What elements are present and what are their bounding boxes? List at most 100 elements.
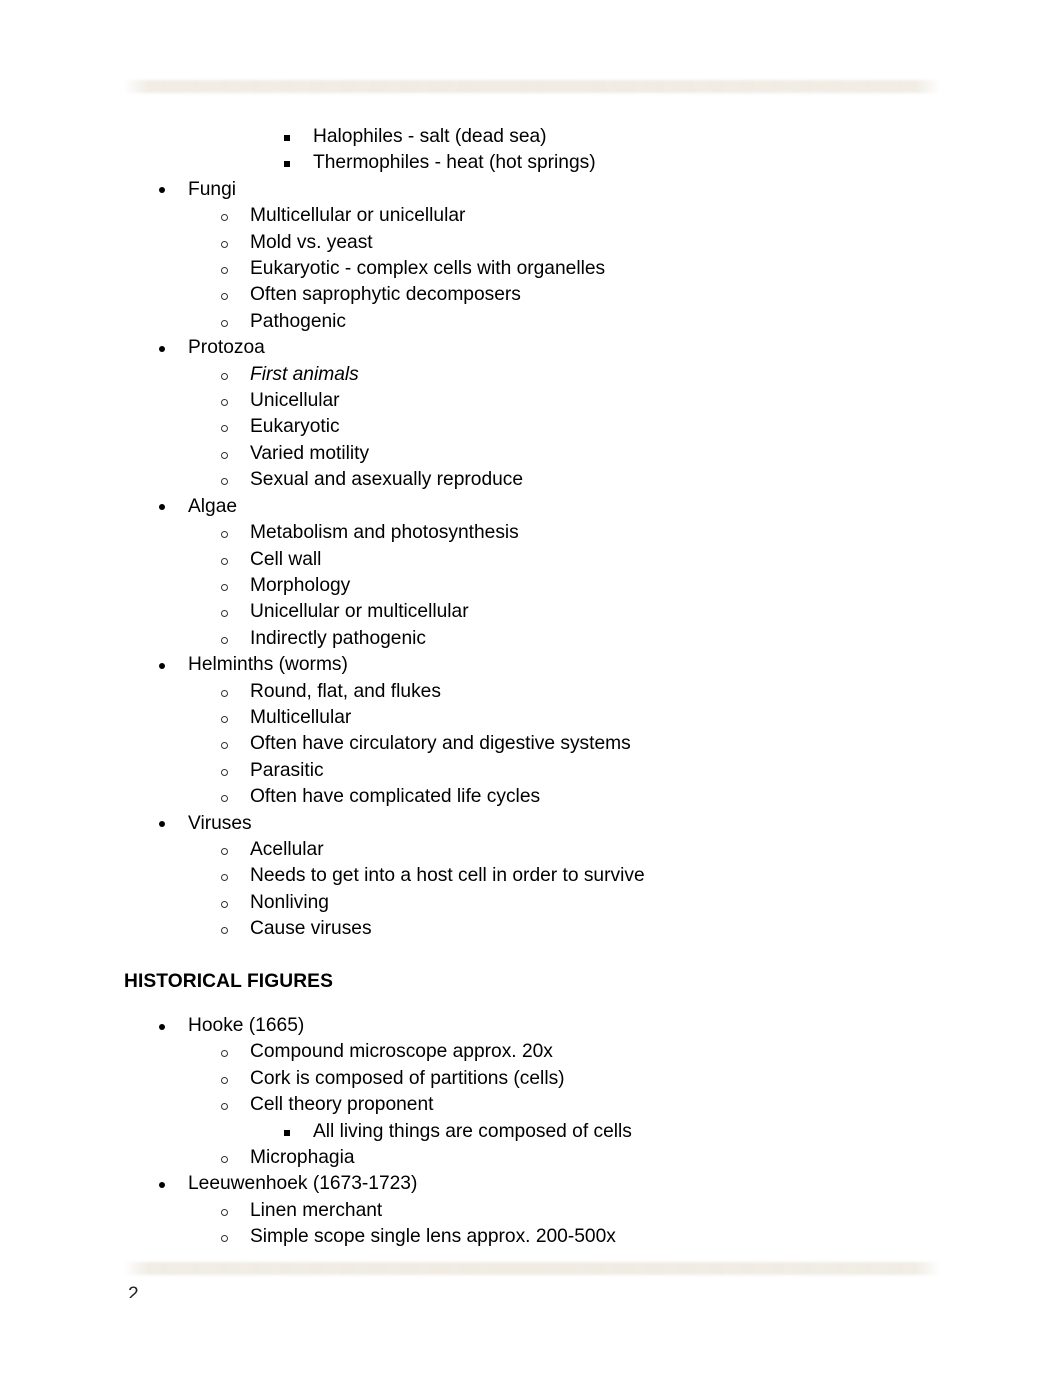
disc-bullet-icon <box>159 1181 165 1188</box>
outline-item-text: Linen merchant <box>250 1199 383 1221</box>
outline-item: Halophiles - salt (dead sea) <box>0 124 1062 150</box>
circle-bullet-icon <box>221 1103 228 1111</box>
circle-bullet-icon <box>221 531 228 539</box>
circle-bullet-icon <box>221 768 228 776</box>
outline-list-organism-groups: Halophiles - salt (dead sea) Thermophiles… <box>0 124 1062 943</box>
outline-item: Mold vs. yeast <box>0 230 1062 256</box>
outline-item: Cell theory proponent <box>0 1092 1062 1118</box>
circle-bullet-icon <box>221 900 228 908</box>
outline-item: Cause viruses <box>0 916 1062 942</box>
outline-item: Cell wall <box>0 547 1062 573</box>
header-decorative-band <box>124 80 940 93</box>
circle-bullet-icon <box>221 689 228 697</box>
circle-bullet-icon <box>221 319 228 327</box>
outline-item: Eukaryotic <box>0 414 1062 440</box>
outline-item: Multicellular or unicellular <box>0 203 1062 229</box>
outline-item: Microphagia <box>0 1145 1062 1171</box>
outline-item-text: Round, flat, and flukes <box>250 680 441 702</box>
outline-item-text: Leeuwenhoek (1673-1723) <box>188 1173 418 1195</box>
circle-bullet-icon <box>221 1156 228 1164</box>
circle-bullet-icon <box>221 1076 228 1084</box>
circle-bullet-icon <box>221 240 228 248</box>
outline-item: Multicellular <box>0 705 1062 731</box>
disc-bullet-icon <box>159 345 165 352</box>
outline-item-text: Compound microscope approx. 20x <box>250 1041 553 1063</box>
outline-item: Morphology <box>0 573 1062 599</box>
outline-item-text: Hooke (1665) <box>188 1015 305 1036</box>
outline-item: Parasitic <box>0 758 1062 784</box>
outline-item: Often have complicated life cycles <box>0 784 1062 810</box>
circle-bullet-icon <box>221 293 228 301</box>
outline-item: Viruses <box>0 811 1062 837</box>
circle-bullet-icon <box>221 1050 228 1058</box>
outline-item: Round, flat, and flukes <box>0 679 1062 705</box>
outline-item-text: Acellular <box>250 838 324 860</box>
outline-item: Unicellular <box>0 388 1062 414</box>
document-body: Halophiles - salt (dead sea) Thermophiles… <box>0 124 1062 1251</box>
outline-item-text: Microphagia <box>250 1147 355 1169</box>
outline-item-text: Multicellular <box>250 706 352 728</box>
outline-item-text: Often have circulatory and digestive sys… <box>250 733 631 755</box>
circle-bullet-icon <box>221 636 228 644</box>
outline-item: Nonliving <box>0 890 1062 916</box>
circle-bullet-icon <box>221 1208 228 1216</box>
outline-item: Fungi <box>0 177 1062 203</box>
outline-item: First animals <box>0 362 1062 388</box>
outline-item-text: Often have complicated life cycles <box>250 786 541 808</box>
outline-item: Helminths (worms) <box>0 652 1062 678</box>
disc-bullet-icon <box>159 1023 165 1030</box>
outline-item-text: Morphology <box>250 574 351 596</box>
disc-bullet-icon <box>159 821 165 828</box>
circle-bullet-icon <box>221 742 228 750</box>
circle-bullet-icon <box>221 927 228 935</box>
outline-item-text: Thermophiles - heat (hot springs) <box>313 152 596 174</box>
outline-item: Varied motility <box>0 441 1062 467</box>
page-number: 2 <box>128 1284 139 1298</box>
outline-item: Thermophiles - heat (hot springs) <box>0 150 1062 176</box>
outline-item: Protozoa <box>0 335 1062 361</box>
outline-item: Pathogenic <box>0 309 1062 335</box>
disc-bullet-icon <box>159 504 165 511</box>
outline-item-text: Algae <box>188 495 238 517</box>
square-bullet-icon <box>284 161 290 168</box>
circle-bullet-icon <box>221 478 228 486</box>
outline-item-text: Sexual and asexually reproduce <box>250 469 524 491</box>
circle-bullet-icon <box>221 610 228 618</box>
outline-item: Algae <box>0 494 1062 520</box>
circle-bullet-icon <box>221 583 228 591</box>
outline-item: Hooke (1665) <box>0 1013 1062 1039</box>
footer-decorative-band <box>124 1262 940 1275</box>
circle-bullet-icon <box>221 557 228 565</box>
outline-item: All living things are composed of cells <box>0 1119 1062 1145</box>
circle-bullet-icon <box>221 451 228 459</box>
outline-item-text: All living things are composed of cells <box>313 1120 632 1142</box>
outline-item-text: Cork is composed of partitions (cells) <box>250 1067 565 1089</box>
circle-bullet-icon <box>221 874 228 882</box>
outline-item: Often saprophytic decomposers <box>0 282 1062 308</box>
circle-bullet-icon <box>221 267 228 275</box>
outline-item-text: Metabolism and photosynthesis <box>250 522 519 544</box>
outline-item-text: Mold vs. yeast <box>250 231 373 253</box>
outline-item-text: Cause viruses <box>250 918 372 940</box>
outline-item-text: Eukaryotic <box>250 416 340 438</box>
outline-item-text: Pathogenic <box>250 310 347 332</box>
circle-bullet-icon <box>221 1235 228 1243</box>
outline-item-text: Unicellular <box>250 390 340 412</box>
outline-item-text: Helminths (worms) <box>188 654 348 676</box>
circle-bullet-icon <box>221 214 228 222</box>
outline-item: Acellular <box>0 837 1062 863</box>
square-bullet-icon <box>284 1129 290 1136</box>
outline-item: Indirectly pathogenic <box>0 626 1062 652</box>
outline-item-text: Often saprophytic decomposers <box>250 284 521 306</box>
outline-item: Leeuwenhoek (1673-1723) <box>0 1171 1062 1197</box>
outline-item: Cork is composed of partitions (cells) <box>0 1066 1062 1092</box>
disc-bullet-icon <box>159 662 165 669</box>
circle-bullet-icon <box>221 425 228 433</box>
outline-item-text: Viruses <box>188 812 252 834</box>
circle-bullet-icon <box>221 399 228 407</box>
circle-bullet-icon <box>221 847 228 855</box>
outline-list-historical-figures: Hooke (1665) Compound microscope approx. … <box>0 1013 1062 1251</box>
outline-item-text: Fungi <box>188 178 236 200</box>
